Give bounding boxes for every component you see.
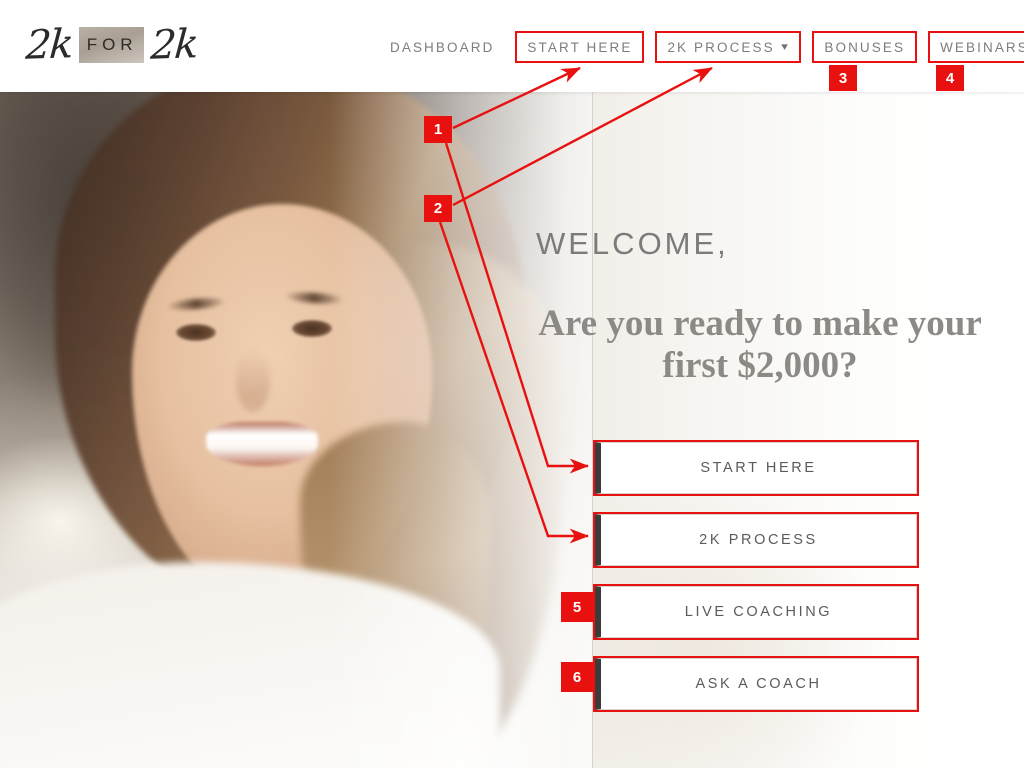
hero-section: WELCOME, Are you ready to make your firs… — [0, 92, 1024, 768]
hero-subheading: Are you ready to make your first $2,000? — [538, 303, 982, 386]
hero-headline-block: WELCOME, Are you ready to make your firs… — [520, 226, 1000, 386]
logo-for-text: FOR — [86, 35, 138, 54]
cta-button-start-here[interactable]: START HERE — [595, 442, 917, 494]
nav-item-label: BONUSES — [824, 39, 906, 55]
logo-script-left: 2k — [24, 21, 74, 69]
nav-item-label: WEBINARS — [940, 39, 1024, 55]
annotation-badge-2: 2 — [424, 195, 452, 222]
cta-2k-process-annotation: 2K PROCESS — [593, 512, 919, 568]
nav-item-bonuses[interactable]: BONUSES — [812, 31, 918, 63]
cta-live-coaching-annotation: LIVE COACHING — [593, 584, 919, 640]
nav-item-2k-process[interactable]: 2K PROCESS ▾ — [655, 31, 802, 63]
annotation-badge-6: 6 — [561, 662, 593, 692]
main-navigation: DASHBOARD START HERE 2K PROCESS ▾ BONUSE… — [380, 30, 1024, 64]
nav-item-label: 2K PROCESS — [667, 39, 775, 55]
nav-item-label: DASHBOARD — [390, 39, 495, 55]
brand-logo[interactable]: 2k FOR 2k — [24, 16, 198, 74]
annotation-badge-5: 5 — [561, 592, 593, 622]
logo-script-right: 2k — [148, 21, 198, 69]
portrait-nose — [236, 350, 270, 412]
portrait-eye-right — [292, 320, 332, 337]
cta-button-list: START HERE 2K PROCESS LIVE COACHING ASK … — [593, 440, 923, 728]
cta-button-2k-process[interactable]: 2K PROCESS — [595, 514, 917, 566]
nav-item-dashboard[interactable]: DASHBOARD — [380, 31, 504, 63]
cta-button-live-coaching[interactable]: LIVE COACHING — [595, 586, 917, 638]
site-header: 2k FOR 2k DASHBOARD START HERE 2K PROCES… — [0, 0, 1024, 92]
cta-button-ask-a-coach[interactable]: ASK A COACH — [595, 658, 917, 710]
page-root: 2k FOR 2k DASHBOARD START HERE 2K PROCES… — [0, 0, 1024, 768]
annotation-badge-4: 4 — [936, 65, 964, 91]
nav-item-start-here[interactable]: START HERE — [515, 31, 645, 63]
annotation-badge-3: 3 — [829, 65, 857, 91]
cta-start-here-annotation: START HERE — [593, 440, 919, 496]
cta-ask-a-coach-annotation: ASK A COACH — [593, 656, 919, 712]
chevron-down-icon: ▾ — [780, 40, 791, 53]
nav-item-webinars[interactable]: WEBINARS — [928, 31, 1024, 63]
portrait-eye-left — [176, 324, 216, 341]
annotation-badge-1: 1 — [424, 116, 452, 143]
logo-for-box: FOR — [78, 27, 144, 63]
nav-item-label: START HERE — [527, 39, 633, 55]
welcome-heading: WELCOME, — [536, 226, 729, 261]
portrait-smile — [206, 422, 318, 466]
